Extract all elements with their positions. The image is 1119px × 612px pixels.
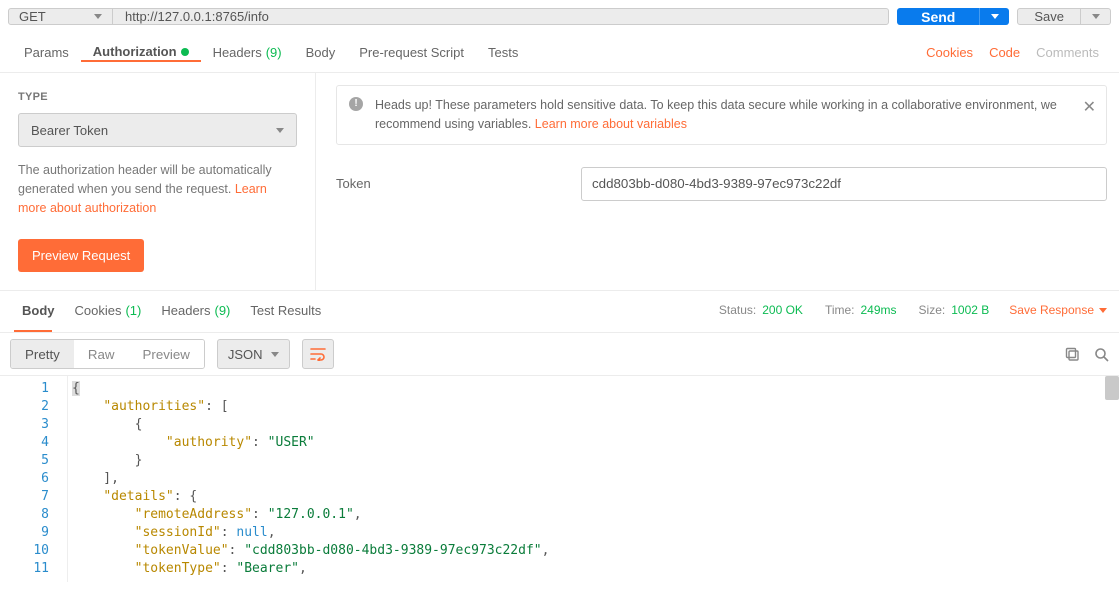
request-tabs: Params Authorization Headers (9) Body Pr… (0, 33, 1119, 73)
authorization-panel: TYPE Bearer Token The authorization head… (0, 73, 1119, 290)
active-dot-icon (181, 48, 189, 56)
alert-link[interactable]: Learn more about variables (535, 117, 687, 131)
preview-button[interactable]: Preview (128, 340, 203, 368)
send-button[interactable]: Send (897, 8, 979, 25)
auth-right: ! Heads up! These parameters hold sensit… (316, 73, 1119, 290)
method-select[interactable]: GET (8, 8, 113, 25)
token-input[interactable] (581, 167, 1107, 201)
tab-headers[interactable]: Headers (9) (201, 33, 294, 72)
save-response-button[interactable]: Save Response (1009, 303, 1107, 317)
status-key: Status: (719, 303, 756, 317)
auth-help-text: The authorization header will be automat… (18, 163, 272, 196)
size-key: Size: (919, 303, 946, 317)
warning-alert: ! Heads up! These parameters hold sensit… (336, 85, 1107, 145)
auth-type-select[interactable]: Bearer Token (18, 113, 297, 147)
tab-authorization[interactable]: Authorization (81, 44, 201, 59)
resp-tab-testresults[interactable]: Test Results (240, 291, 331, 329)
search-icon[interactable] (1094, 347, 1109, 362)
chevron-down-icon (991, 14, 999, 19)
raw-button[interactable]: Raw (74, 340, 129, 368)
view-mode-segment: Pretty Raw Preview (10, 339, 205, 369)
response-tabs: Body Cookies (1) Headers (9) Test Result… (0, 290, 1119, 330)
method-value: GET (19, 9, 46, 24)
resp-headers-label: Headers (161, 303, 210, 318)
auth-help: The authorization header will be automat… (18, 161, 297, 217)
resp-cookies-count: (1) (125, 303, 141, 318)
time-key: Time: (825, 303, 855, 317)
token-row: Token (336, 167, 1107, 201)
url-input[interactable] (112, 8, 889, 25)
time-value: 249ms (861, 303, 897, 317)
save-more-button[interactable] (1081, 8, 1111, 25)
auth-left: TYPE Bearer Token The authorization head… (0, 73, 316, 290)
save-group: Save (1017, 8, 1111, 25)
chevron-down-icon (94, 14, 102, 19)
tab-prerequest[interactable]: Pre-request Script (347, 33, 476, 72)
code-content[interactable]: { "authorities": [ { "authority": "USER"… (68, 376, 1119, 582)
resp-tab-body[interactable]: Body (12, 291, 65, 329)
language-value: JSON (228, 347, 263, 362)
auth-type-value: Bearer Token (31, 123, 108, 138)
save-response-label: Save Response (1009, 303, 1094, 317)
close-icon[interactable]: ✕ (1083, 96, 1096, 120)
tab-params[interactable]: Params (12, 33, 81, 72)
language-select[interactable]: JSON (217, 339, 290, 369)
resp-tab-cookies[interactable]: Cookies (1) (65, 291, 152, 329)
send-more-button[interactable] (979, 8, 1009, 25)
resp-cookies-label: Cookies (75, 303, 122, 318)
token-label: Token (336, 176, 581, 191)
copy-icon[interactable] (1065, 347, 1080, 362)
pretty-button[interactable]: Pretty (11, 340, 74, 368)
format-right-icons (1065, 347, 1109, 362)
code-link[interactable]: Code (981, 45, 1028, 60)
format-bar: Pretty Raw Preview JSON (0, 332, 1119, 376)
resp-meta: Status: 200 OK Time: 249ms Size: 1002 B … (719, 303, 1107, 317)
tab-underline (81, 60, 201, 62)
chevron-down-icon (276, 128, 284, 133)
tab-authorization-wrap: Authorization (81, 44, 201, 61)
comments-link[interactable]: Comments (1028, 45, 1107, 60)
response-body: 1234567891011 { "authorities": [ { "auth… (0, 376, 1119, 582)
chevron-down-icon (1099, 308, 1107, 313)
wrap-lines-button[interactable] (302, 339, 334, 369)
tab-headers-label: Headers (213, 45, 262, 60)
wrap-icon (310, 347, 326, 361)
info-icon: ! (349, 97, 363, 111)
resp-tab-headers[interactable]: Headers (9) (151, 291, 240, 329)
chevron-down-icon (1092, 14, 1100, 19)
request-bar: GET Send Save (0, 0, 1119, 33)
save-button[interactable]: Save (1017, 8, 1081, 25)
type-label: TYPE (18, 91, 297, 103)
tab-body[interactable]: Body (294, 33, 348, 72)
chevron-down-icon (271, 352, 279, 357)
status-value: 200 OK (762, 303, 803, 317)
alert-text: Heads up! These parameters hold sensitiv… (375, 98, 1057, 131)
preview-request-button[interactable]: Preview Request (18, 239, 144, 272)
scrollbar-thumb[interactable] (1105, 376, 1119, 400)
size-value: 1002 B (951, 303, 989, 317)
resp-headers-count: (9) (215, 303, 231, 318)
cookies-link[interactable]: Cookies (918, 45, 981, 60)
line-numbers: 1234567891011 (0, 376, 68, 582)
tab-authorization-label: Authorization (93, 44, 177, 59)
send-group: Send (897, 8, 1009, 25)
tab-tests[interactable]: Tests (476, 33, 530, 72)
headers-count: (9) (266, 45, 282, 60)
